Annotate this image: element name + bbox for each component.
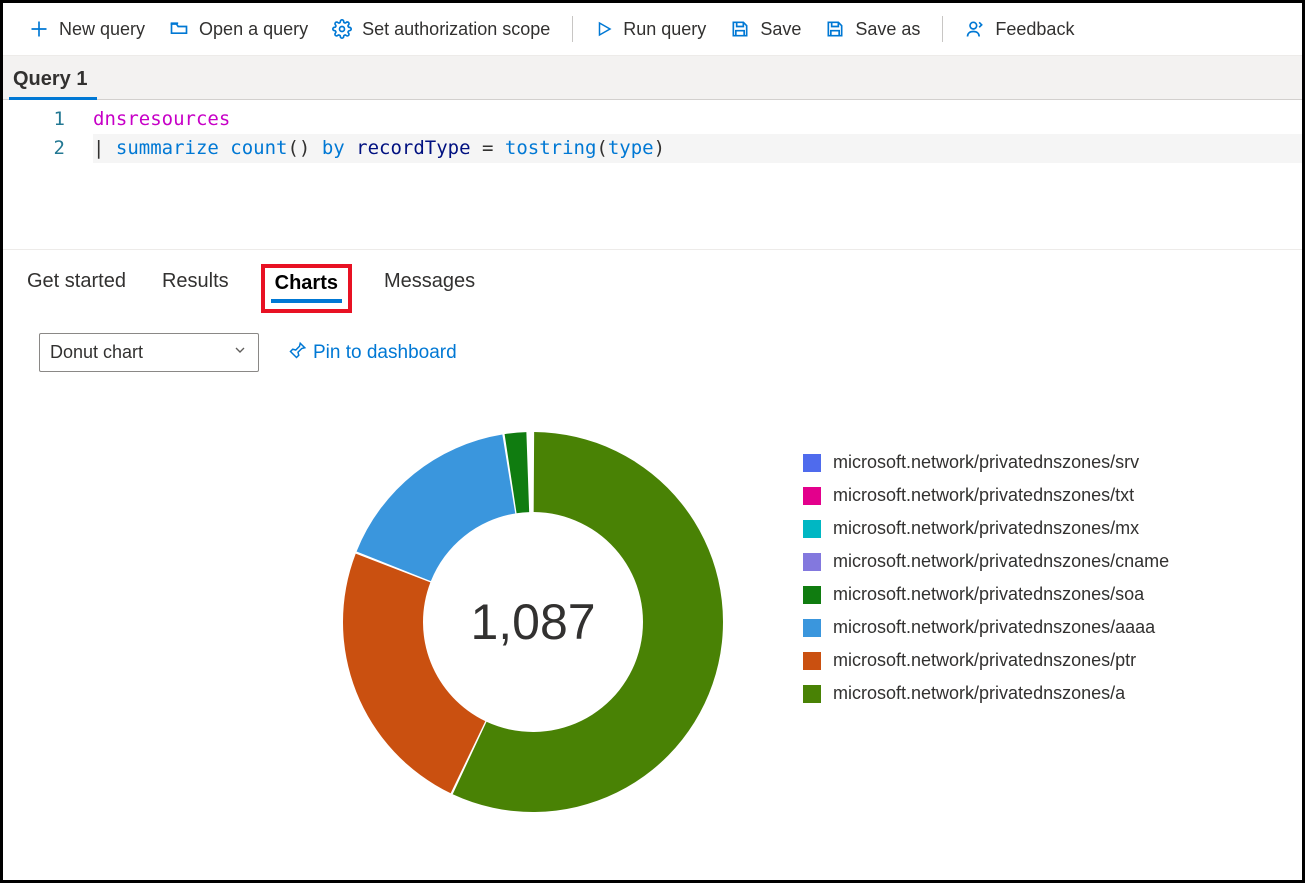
- editor-code[interactable]: dnsresources | summarize count() by reco…: [93, 100, 1302, 249]
- divider: [942, 16, 943, 42]
- save-icon: [730, 19, 750, 39]
- feedback-label: Feedback: [995, 20, 1074, 38]
- toolbar: New query Open a query Set authorization…: [3, 3, 1302, 56]
- chart-controls: Donut chart Pin to dashboard: [3, 313, 1302, 372]
- set-scope-label: Set authorization scope: [362, 20, 550, 38]
- set-scope-button[interactable]: Set authorization scope: [320, 13, 562, 45]
- query-editor[interactable]: 1 2 dnsresources | summarize count() by …: [3, 100, 1302, 250]
- chart-type-select[interactable]: Donut chart: [39, 333, 259, 372]
- new-query-label: New query: [59, 20, 145, 38]
- chart-type-value: Donut chart: [50, 342, 143, 363]
- save-as-button[interactable]: Save as: [813, 13, 932, 45]
- legend-label: microsoft.network/privatednszones/srv: [833, 452, 1139, 473]
- legend-label: microsoft.network/privatednszones/soa: [833, 584, 1144, 605]
- chart-area: 1,087 microsoft.network/privatednszones/…: [3, 372, 1302, 822]
- save-as-icon: [825, 19, 845, 39]
- donut-chart[interactable]: 1,087: [333, 422, 733, 822]
- legend-swatch: [803, 553, 821, 571]
- gear-icon: [332, 19, 352, 39]
- legend-swatch: [803, 619, 821, 637]
- tab-results[interactable]: Results: [158, 264, 233, 313]
- open-query-label: Open a query: [199, 20, 308, 38]
- legend-label: microsoft.network/privatednszones/a: [833, 683, 1125, 704]
- donut-slice[interactable]: [357, 434, 516, 581]
- divider: [572, 16, 573, 42]
- chart-legend: microsoft.network/privatednszones/srv mic…: [803, 422, 1169, 704]
- legend-swatch: [803, 652, 821, 670]
- legend-label: microsoft.network/privatednszones/mx: [833, 518, 1139, 539]
- tab-messages[interactable]: Messages: [380, 264, 479, 313]
- donut-slice[interactable]: [343, 554, 485, 794]
- legend-item[interactable]: microsoft.network/privatednszones/aaaa: [803, 617, 1169, 638]
- pin-label: Pin to dashboard: [313, 342, 457, 364]
- play-icon: [595, 20, 613, 38]
- new-query-button[interactable]: New query: [17, 13, 157, 45]
- tab-get-started[interactable]: Get started: [23, 264, 130, 313]
- legend-item[interactable]: microsoft.network/privatednszones/cname: [803, 551, 1169, 572]
- legend-swatch: [803, 454, 821, 472]
- chevron-down-icon: [232, 342, 248, 363]
- line-number: 1: [3, 105, 65, 134]
- legend-item[interactable]: microsoft.network/privatednszones/txt: [803, 485, 1169, 506]
- feedback-button[interactable]: Feedback: [953, 13, 1086, 45]
- legend-label: microsoft.network/privatednszones/aaaa: [833, 617, 1155, 638]
- feedback-icon: [965, 19, 985, 39]
- save-label: Save: [760, 20, 801, 38]
- results-tab-bar: Get started Results Charts Messages: [3, 250, 1302, 313]
- legend-label: microsoft.network/privatednszones/txt: [833, 485, 1134, 506]
- legend-swatch: [803, 487, 821, 505]
- legend-label: microsoft.network/privatednszones/ptr: [833, 650, 1136, 671]
- legend-item[interactable]: microsoft.network/privatednszones/ptr: [803, 650, 1169, 671]
- legend-swatch: [803, 685, 821, 703]
- query-tab[interactable]: Query 1: [9, 56, 97, 100]
- line-number: 2: [3, 134, 65, 163]
- legend-item[interactable]: microsoft.network/privatednszones/soa: [803, 584, 1169, 605]
- legend-swatch: [803, 520, 821, 538]
- code-line: | summarize count() by recordType = tost…: [93, 134, 1302, 163]
- run-query-label: Run query: [623, 20, 706, 38]
- legend-swatch: [803, 586, 821, 604]
- code-line: dnsresources: [93, 105, 1302, 134]
- pin-to-dashboard-link[interactable]: Pin to dashboard: [289, 341, 457, 365]
- tab-charts[interactable]: Charts: [271, 270, 342, 303]
- legend-item[interactable]: microsoft.network/privatednszones/mx: [803, 518, 1169, 539]
- legend-item[interactable]: microsoft.network/privatednszones/srv: [803, 452, 1169, 473]
- legend-label: microsoft.network/privatednszones/cname: [833, 551, 1169, 572]
- query-tab-bar: Query 1: [3, 56, 1302, 100]
- pin-icon: [289, 341, 307, 365]
- save-button[interactable]: Save: [718, 13, 813, 45]
- editor-gutter: 1 2: [3, 100, 93, 249]
- folder-open-icon: [169, 19, 189, 39]
- open-query-button[interactable]: Open a query: [157, 13, 320, 45]
- legend-item[interactable]: microsoft.network/privatednszones/a: [803, 683, 1169, 704]
- save-as-label: Save as: [855, 20, 920, 38]
- run-query-button[interactable]: Run query: [583, 14, 718, 44]
- highlight-box: Charts: [261, 264, 352, 313]
- plus-icon: [29, 19, 49, 39]
